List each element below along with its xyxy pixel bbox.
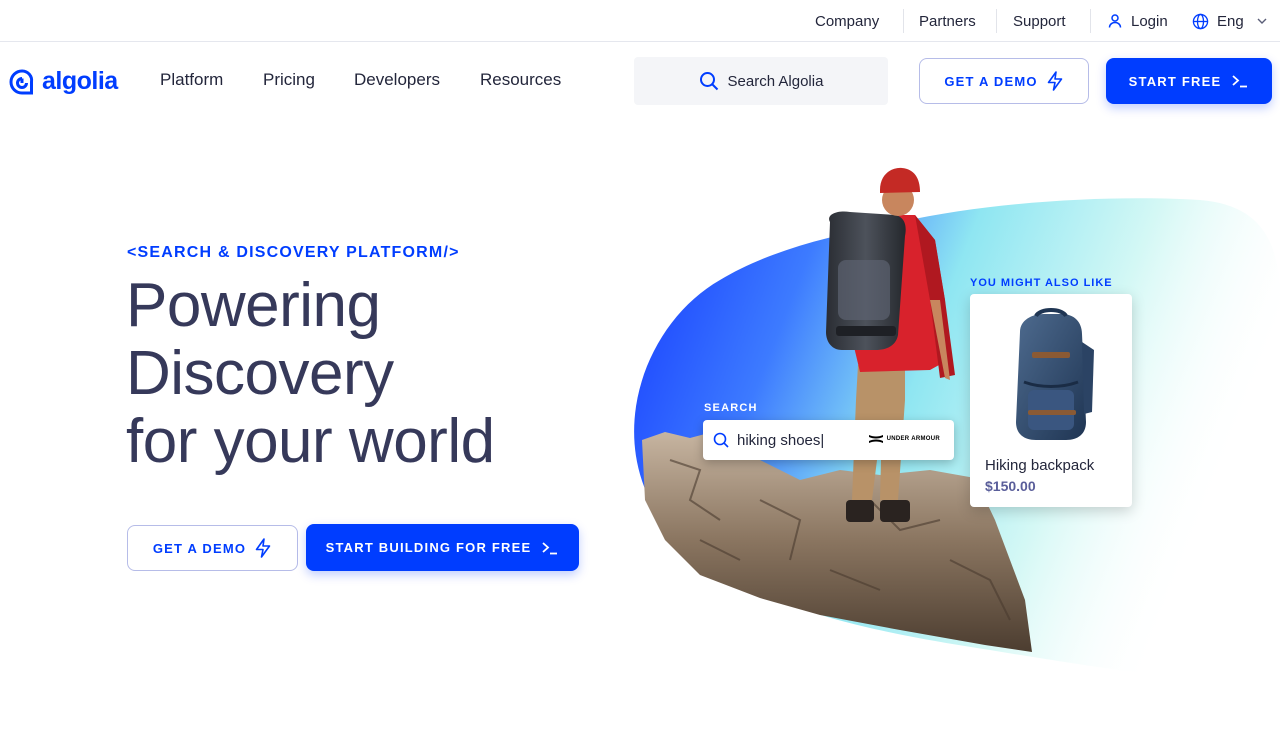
terminal-prompt-icon bbox=[542, 541, 558, 554]
main-navigation: algolia Platform Pricing Developers Reso… bbox=[0, 43, 1280, 119]
lightning-icon bbox=[1047, 71, 1062, 91]
partners-link[interactable]: Partners bbox=[919, 0, 976, 42]
globe-icon bbox=[1192, 13, 1209, 29]
company-link[interactable]: Company bbox=[815, 0, 879, 42]
support-link[interactable]: Support bbox=[1013, 0, 1066, 42]
algolia-logo-icon bbox=[9, 68, 34, 94]
user-icon bbox=[1108, 14, 1122, 28]
brand-name: UNDER ARMOUR bbox=[886, 436, 940, 442]
hero-get-demo-button[interactable]: GET A DEMO bbox=[127, 525, 298, 571]
divider bbox=[996, 9, 997, 33]
nav-resources[interactable]: Resources bbox=[480, 70, 561, 90]
hero-start-building-label: START BUILDING FOR FREE bbox=[325, 540, 532, 555]
backpack-image bbox=[1016, 308, 1094, 440]
divider bbox=[903, 9, 904, 33]
brand-logo: UNDER ARMOUR bbox=[868, 434, 940, 444]
language-label: Eng bbox=[1217, 12, 1244, 30]
showcase-search-field[interactable]: hiking shoes| UNDER ARMOUR bbox=[703, 420, 954, 460]
divider bbox=[1090, 9, 1091, 33]
login-link[interactable]: Login bbox=[1107, 0, 1168, 42]
nav-pricing[interactable]: Pricing bbox=[263, 70, 315, 90]
search-label: Search Algolia bbox=[727, 72, 824, 90]
start-free-label: START FREE bbox=[1128, 73, 1222, 89]
nav-developers[interactable]: Developers bbox=[354, 70, 440, 90]
showcase-search-label: SEARCH bbox=[704, 402, 758, 414]
headline-line-2: Discovery bbox=[126, 339, 394, 408]
nav-platform[interactable]: Platform bbox=[160, 70, 223, 90]
hero-get-demo-label: GET A DEMO bbox=[152, 540, 247, 556]
lightning-icon bbox=[255, 538, 271, 558]
under-armour-logo-icon bbox=[868, 435, 883, 443]
terminal-prompt-icon bbox=[1232, 75, 1248, 88]
site-search-button[interactable]: Search Algolia bbox=[634, 57, 888, 105]
product-name: Hiking backpack bbox=[985, 457, 1095, 474]
headline-line-3: for your world bbox=[126, 407, 495, 476]
search-icon bbox=[713, 432, 729, 448]
get-demo-label: GET A DEMO bbox=[944, 73, 1038, 89]
utility-bar: Company Partners Support Login Eng bbox=[0, 0, 1280, 42]
hero-headline: Powering Discovery for your world bbox=[126, 272, 495, 476]
get-demo-button[interactable]: GET A DEMO bbox=[919, 58, 1089, 104]
product-price: $150.00 bbox=[985, 478, 1036, 494]
showcase-search-query: hiking shoes| bbox=[737, 431, 825, 449]
logo-wordmark: algolia bbox=[42, 67, 118, 95]
algolia-logo[interactable]: algolia bbox=[8, 67, 118, 96]
hero-eyebrow: <SEARCH & DISCOVERY PLATFORM/> bbox=[127, 244, 460, 261]
chevron-down-icon bbox=[1257, 18, 1267, 24]
headline-line-1: Powering bbox=[126, 271, 381, 340]
login-label: Login bbox=[1131, 12, 1168, 30]
product-card[interactable]: Hiking backpack $150.00 bbox=[970, 294, 1132, 507]
language-selector[interactable]: Eng bbox=[1192, 0, 1268, 42]
recommend-label: YOU MIGHT ALSO LIKE bbox=[970, 277, 1113, 289]
search-icon bbox=[699, 72, 718, 91]
hero-start-building-button[interactable]: START BUILDING FOR FREE bbox=[306, 524, 579, 571]
start-free-button[interactable]: START FREE bbox=[1106, 58, 1272, 104]
